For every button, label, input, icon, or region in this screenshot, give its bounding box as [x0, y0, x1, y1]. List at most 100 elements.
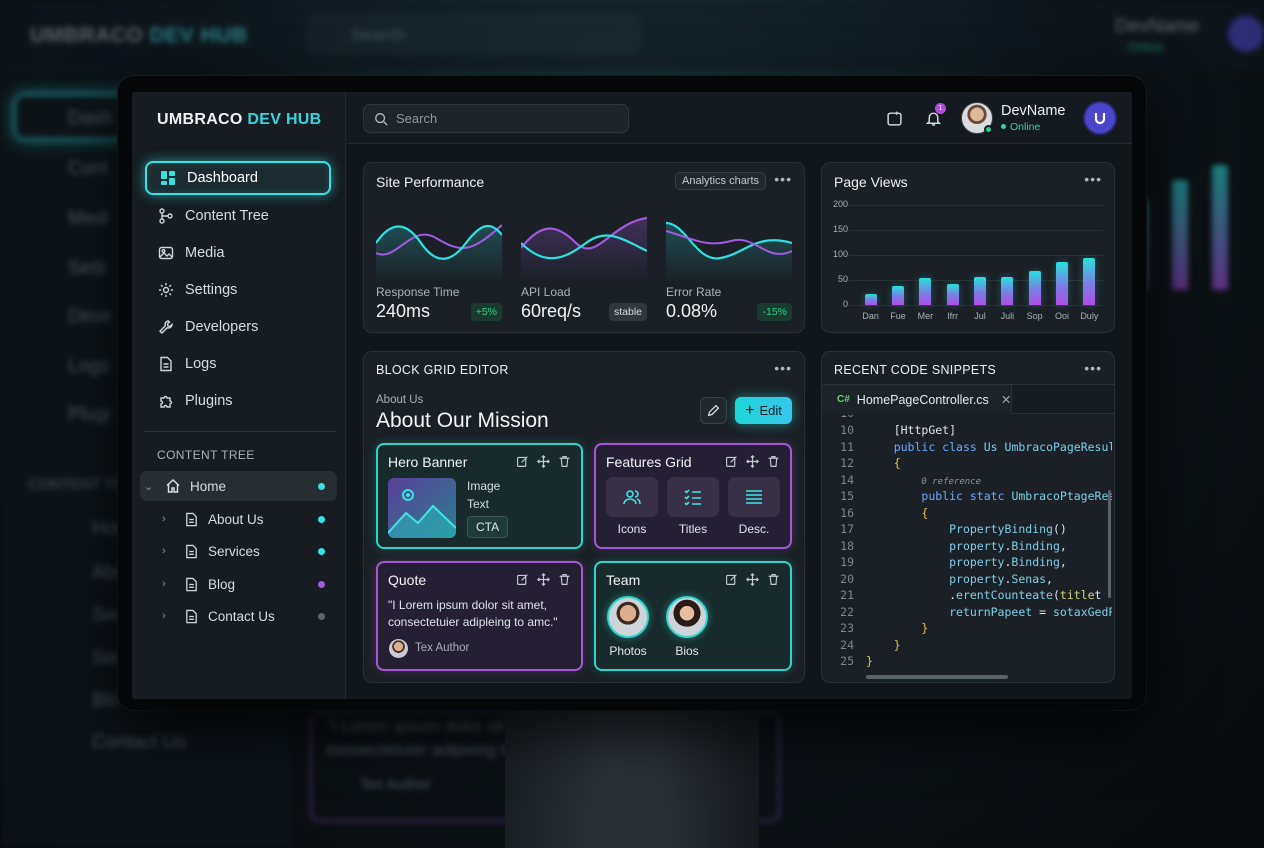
window-icon[interactable]	[884, 108, 904, 128]
move-icon[interactable]	[536, 572, 551, 587]
user-name[interactable]: DevName	[1001, 103, 1065, 119]
edit-icon[interactable]	[724, 454, 739, 469]
bar[interactable]	[974, 276, 986, 305]
text-icon-tile[interactable]	[728, 477, 780, 517]
trash-icon[interactable]	[557, 454, 572, 469]
code-editor[interactable]: 10 10 [HttpGet] 11 public class Us Umbrac…	[822, 415, 1112, 677]
block-team[interactable]: Team Photos Bios	[594, 561, 792, 671]
list-icon-tile[interactable]	[667, 477, 719, 517]
chevron-right-icon[interactable]: ›	[162, 513, 176, 525]
sidebar-item-content-tree[interactable]: Content Tree	[145, 199, 331, 233]
horizontal-scrollbar[interactable]	[866, 675, 1008, 679]
users-icon-tile[interactable]	[606, 477, 658, 517]
avatar[interactable]	[961, 102, 993, 134]
sidebar-item-developers[interactable]: Developers	[145, 310, 331, 344]
x-tick-label: Sop	[1026, 311, 1043, 321]
block-actions	[515, 572, 572, 587]
grid-line	[849, 305, 1103, 306]
code-snippets-card: RECENT CODE SNIPPETS ••• C# HomePageCont…	[821, 351, 1115, 683]
sidebar-item-settings[interactable]: Settings	[145, 273, 331, 307]
more-icon[interactable]: •••	[774, 171, 792, 187]
search-input[interactable]: Search	[363, 104, 629, 133]
edit-button[interactable]: + Edit	[735, 397, 792, 424]
more-icon[interactable]: •••	[774, 360, 792, 376]
notification-badge: 1	[935, 103, 946, 114]
chevron-right-icon[interactable]: ›	[162, 578, 176, 590]
online-indicator	[984, 125, 993, 134]
move-icon[interactable]	[745, 454, 760, 469]
pencil-icon	[707, 404, 720, 417]
page-icon	[182, 510, 200, 528]
block-features-grid[interactable]: Features Grid Icons Titles Desc.	[594, 443, 792, 549]
cta-tag[interactable]: CTA	[467, 516, 509, 538]
block-title: Team	[606, 572, 641, 588]
edit-icon[interactable]	[515, 454, 530, 469]
sidebar-item-label: Logs	[185, 356, 217, 372]
chevron-right-icon[interactable]: ›	[162, 545, 176, 557]
bar[interactable]	[1056, 262, 1068, 305]
sidebar-item-plugins[interactable]: Plugins	[145, 384, 331, 418]
chevron-right-icon[interactable]: ›	[162, 610, 176, 622]
more-icon[interactable]: •••	[1084, 171, 1102, 187]
search-icon	[375, 112, 388, 126]
status-dot	[318, 515, 325, 523]
page-icon	[182, 575, 200, 593]
code-tab[interactable]: C# HomePageController.cs ✕	[822, 385, 1012, 414]
wrench-icon	[157, 318, 175, 336]
vertical-scrollbar[interactable]	[1108, 490, 1111, 598]
team-photo-male[interactable]	[607, 596, 649, 638]
bar[interactable]	[892, 286, 904, 305]
y-tick-label: 200	[832, 199, 848, 209]
trash-icon[interactable]	[766, 572, 781, 587]
bar[interactable]	[864, 293, 877, 305]
pencil-button[interactable]	[700, 397, 727, 424]
users-icon	[623, 490, 641, 505]
block-hero-banner[interactable]: Hero Banner Image Text CTA	[376, 443, 583, 549]
tile-label: Desc.	[738, 522, 770, 536]
brand-logo[interactable]: UMBRACO DEV HUB	[157, 111, 322, 129]
x-tick-label: Mer	[917, 311, 934, 321]
tree-item-label: Blog	[208, 576, 236, 592]
edit-icon[interactable]	[724, 572, 739, 587]
bar[interactable]	[946, 283, 959, 305]
y-tick-label: 100	[832, 249, 848, 259]
close-icon[interactable]: ✕	[1001, 392, 1011, 407]
chevron-down-icon[interactable]: ⌄	[144, 480, 158, 493]
more-icon[interactable]: •••	[1084, 360, 1102, 376]
y-tick-label: 150	[832, 224, 848, 234]
card-title: BLOCK GRID EDITOR	[376, 363, 509, 377]
sidebar-item-dashboard[interactable]: Dashboard	[145, 161, 331, 195]
app-screen: UMBRACO DEV HUB Dashboard Content Tree M…	[132, 92, 1132, 699]
tree-item-services[interactable]: › Services	[162, 536, 337, 566]
move-icon[interactable]	[536, 454, 551, 469]
sidebar-item-logs[interactable]: Logs	[145, 347, 331, 381]
sparkline	[376, 224, 502, 283]
trash-icon[interactable]	[766, 454, 781, 469]
umbraco-logo-icon[interactable]	[1085, 103, 1115, 133]
status-dot	[318, 580, 325, 588]
tree-item-about-us[interactable]: › About Us	[162, 504, 337, 534]
bg-umbraco-logo	[1228, 16, 1264, 52]
bar[interactable]	[1001, 277, 1014, 305]
team-label: Photos	[609, 644, 647, 658]
sidebar-item-media[interactable]: Media	[145, 236, 331, 270]
edit-icon[interactable]	[515, 572, 530, 587]
topbar: Search 1 DevName Online	[346, 92, 1132, 144]
card-title: RECENT CODE SNIPPETS	[834, 363, 997, 377]
bell-icon[interactable]: 1	[923, 103, 946, 128]
analytics-charts-pill[interactable]: Analytics charts	[675, 172, 767, 190]
tree-item-blog[interactable]: › Blog	[162, 569, 337, 599]
sparkline	[666, 221, 792, 283]
move-icon[interactable]	[745, 572, 760, 587]
tree-item-home[interactable]: ⌄ Home	[140, 471, 337, 501]
bar[interactable]	[1028, 270, 1041, 305]
tree-item-contact-us[interactable]: › Contact Us	[162, 601, 337, 631]
block-quote[interactable]: Quote "I Lorem ipsum dolor sit amet, con…	[376, 561, 583, 671]
user-status: Online	[1001, 121, 1040, 133]
bar[interactable]	[1083, 258, 1096, 305]
bg-nav-1: Cont	[68, 158, 109, 179]
csharp-icon: C#	[837, 394, 850, 405]
trash-icon[interactable]	[557, 572, 572, 587]
bar[interactable]	[919, 278, 932, 305]
team-photo-female[interactable]	[666, 596, 708, 638]
